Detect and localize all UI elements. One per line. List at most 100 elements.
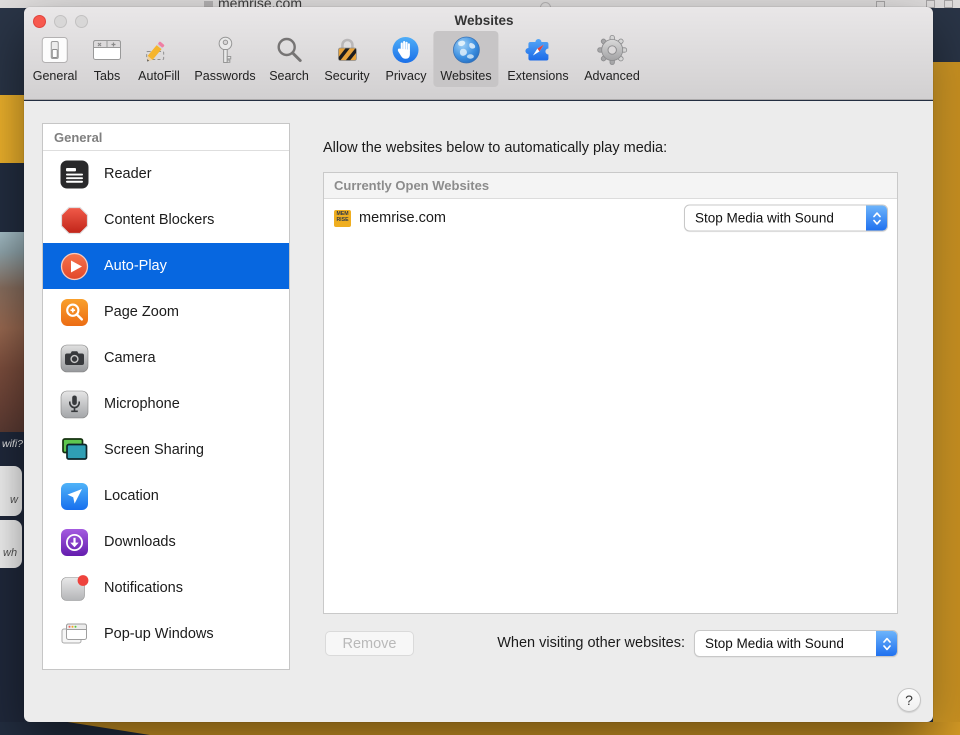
downloads-icon	[59, 527, 90, 558]
sidebar-item-content-blockers[interactable]: Content Blockers	[43, 197, 289, 243]
background-navy-block	[933, 8, 960, 62]
sidebar-item-screen-sharing[interactable]: Screen Sharing	[43, 427, 289, 473]
preferences-window: Websites General Tabs AutoFill Passwords…	[24, 7, 933, 722]
page-zoom-icon	[59, 297, 90, 328]
toolbar-item-label: Security	[324, 69, 369, 83]
table-header: Currently Open Websites	[324, 173, 897, 199]
toolbar-item-general[interactable]: General	[26, 31, 84, 87]
help-button[interactable]: ?	[897, 688, 921, 712]
favicon-text-bottom: RISE	[336, 218, 348, 224]
toolbar-item-label: Search	[269, 69, 309, 83]
security-lock-icon	[331, 34, 363, 66]
search-icon	[273, 34, 305, 66]
background-page-text: wifi?	[2, 438, 23, 450]
background-card: wh	[0, 520, 22, 568]
toolbar-item-privacy[interactable]: Privacy	[379, 31, 434, 87]
toolbar-item-label: Passwords	[194, 69, 255, 83]
background-navy-block	[0, 163, 24, 232]
sidebar-item-reader[interactable]: Reader	[43, 151, 289, 197]
background-page-left-strip: wifi? w wh	[0, 8, 24, 735]
microphone-icon	[59, 389, 90, 420]
location-icon	[59, 481, 90, 512]
tabs-icon	[91, 34, 123, 66]
minimize-button[interactable]	[54, 15, 67, 28]
sidebar-item-popup-windows[interactable]: Pop-up Windows	[43, 611, 289, 657]
sidebar-item-camera[interactable]: Camera	[43, 335, 289, 381]
sidebar-header: General	[43, 124, 289, 151]
titlebar-toolbar: Websites General Tabs AutoFill Passwords…	[24, 7, 933, 100]
sidebar-item-label: Notifications	[104, 580, 183, 596]
websites-table: Currently Open Websites MEM RISE memrise…	[323, 172, 898, 614]
toolbar-item-passwords[interactable]: Passwords	[187, 31, 262, 87]
toolbar-item-websites[interactable]: Websites	[433, 31, 498, 87]
toolbar-item-extensions[interactable]: Extensions	[500, 31, 575, 87]
content-blockers-icon	[59, 205, 90, 236]
sidebar-item-microphone[interactable]: Microphone	[43, 381, 289, 427]
other-websites-dropdown[interactable]: Stop Media with Sound	[694, 630, 898, 657]
popup-windows-icon	[59, 619, 90, 650]
sidebar-item-label: Microphone	[104, 396, 180, 412]
extensions-puzzle-icon	[522, 34, 554, 66]
toolbar-item-label: Websites	[440, 69, 491, 83]
reader-icon	[59, 159, 90, 190]
background-card: w	[0, 466, 22, 516]
sidebar-item-label: Auto-Play	[104, 258, 167, 274]
dropdown-stepper-icon	[876, 631, 897, 656]
toolbar-item-security[interactable]: Security	[317, 31, 376, 87]
dropdown-value: Stop Media with Sound	[685, 211, 866, 226]
sidebar-item-label: Pop-up Windows	[104, 626, 214, 642]
dropdown-value: Stop Media with Sound	[695, 636, 876, 651]
zoom-button[interactable]	[75, 15, 88, 28]
auto-play-description: Allow the websites below to automaticall…	[323, 140, 667, 156]
sidebar-item-label: Content Blockers	[104, 212, 214, 228]
sidebar-item-label: Screen Sharing	[104, 442, 204, 458]
toolbar-item-autofill[interactable]: AutoFill	[131, 31, 187, 87]
toolbar-item-advanced[interactable]: Advanced	[577, 31, 647, 87]
toolbar-item-label: General	[33, 69, 77, 83]
auto-play-icon	[59, 251, 90, 282]
sidebar-item-label: Camera	[104, 350, 156, 366]
dropdown-stepper-icon	[866, 206, 887, 231]
sidebar-item-page-zoom[interactable]: Page Zoom	[43, 289, 289, 335]
toolbar-item-label: Advanced	[584, 69, 640, 83]
privacy-hand-icon	[390, 34, 422, 66]
screen-sharing-icon	[59, 435, 90, 466]
notifications-icon	[59, 573, 90, 604]
toolbar-item-tabs[interactable]: Tabs	[84, 31, 130, 87]
toolbar-item-label: Tabs	[94, 69, 120, 83]
sidebar-item-label: Page Zoom	[104, 304, 179, 320]
general-icon	[39, 34, 71, 66]
websites-pane: General Reader Content Blockers Auto-Pla…	[24, 101, 933, 722]
advanced-gear-icon	[596, 34, 628, 66]
site-policy-dropdown[interactable]: Stop Media with Sound	[684, 205, 888, 232]
when-visiting-label: When visiting other websites:	[497, 635, 685, 651]
background-window-button	[944, 0, 953, 8]
table-row[interactable]: MEM RISE memrise.com Stop Media with Sou…	[324, 199, 897, 237]
sidebar: General Reader Content Blockers Auto-Pla…	[42, 123, 290, 670]
sidebar-item-auto-play[interactable]: Auto-Play	[43, 243, 289, 289]
sidebar-item-label: Location	[104, 488, 159, 504]
background-page-right-strip	[933, 8, 960, 735]
background-photo-sliver	[0, 232, 24, 432]
background-card-text: wh	[3, 547, 17, 559]
passwords-key-icon	[209, 34, 241, 66]
memrise-favicon: MEM RISE	[334, 210, 351, 227]
site-name: memrise.com	[359, 210, 446, 226]
background-navy-block	[0, 8, 24, 95]
sidebar-item-downloads[interactable]: Downloads	[43, 519, 289, 565]
websites-globe-icon	[450, 34, 482, 66]
camera-icon	[59, 343, 90, 374]
sidebar-item-label: Downloads	[104, 534, 176, 550]
toolbar-item-label: Privacy	[386, 69, 427, 83]
toolbar-item-label: AutoFill	[138, 69, 180, 83]
remove-button[interactable]: Remove	[325, 631, 414, 656]
sidebar-item-notifications[interactable]: Notifications	[43, 565, 289, 611]
close-button[interactable]	[33, 15, 46, 28]
autofill-icon	[143, 34, 175, 66]
sidebar-item-location[interactable]: Location	[43, 473, 289, 519]
background-amber-block	[0, 95, 24, 163]
toolbar-item-search[interactable]: Search	[262, 31, 316, 87]
background-page-bottom-strip	[0, 722, 960, 735]
toolbar-item-label: Extensions	[507, 69, 568, 83]
window-title: Websites	[454, 13, 513, 28]
